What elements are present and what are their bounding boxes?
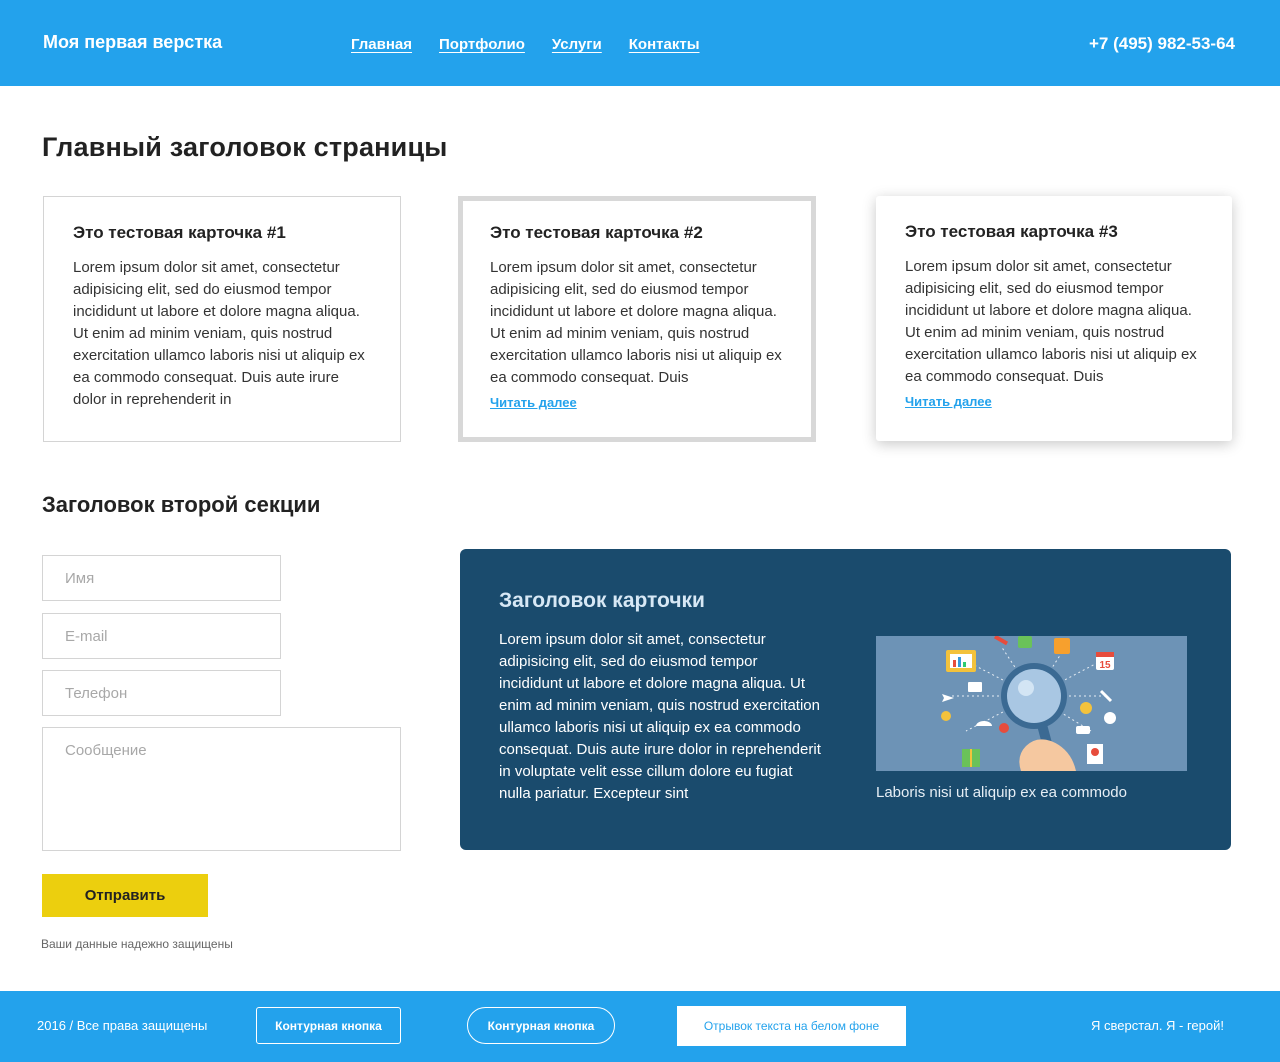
magnifier-illustration: 15 [876,636,1187,771]
section-title: Заголовок второй секции [42,492,321,517]
site-logo[interactable]: Моя первая верстка [43,32,222,53]
card-text: Lorem ipsum dolor sit amet, consectetur … [73,259,365,408]
test-card-1: Это тестовая карточка #1 Lorem ipsum dol… [43,196,401,442]
card-title: Это тестовая карточка #2 [490,223,703,242]
email-input[interactable] [42,613,281,659]
nav-link-portfolio[interactable]: Портфолио [439,36,525,53]
white-text-box: Отрывок текста на белом фоне [677,1006,906,1046]
card-text: Lorem ipsum dolor sit amet, consectetur … [905,258,1197,385]
nav-link-services[interactable]: Услуги [552,36,602,53]
card-text: Lorem ipsum dolor sit amet, consectetur … [490,259,782,386]
message-textarea[interactable] [42,727,401,851]
nav-link-home[interactable]: Главная [351,36,412,53]
test-card-2: Это тестовая карточка #2 Lorem ipsum dol… [458,196,816,442]
test-card-3: Это тестовая карточка #3 Lorem ipsum dol… [876,196,1232,441]
site-footer: 2016 / Все права защищены Контурная кноп… [0,991,1280,1062]
main-nav: Главная Портфолио Услуги Контакты [351,36,700,53]
magnifier-illustration-icon: 15 [941,636,1116,771]
nav-link-contacts[interactable]: Контакты [629,36,700,53]
feature-card-title: Заголовок карточки [499,589,705,612]
calendar-number: 15 [1099,660,1111,671]
submit-button[interactable]: Отправить [42,874,208,917]
privacy-note: Ваши данные надежно защищены [41,937,233,951]
feature-card: Заголовок карточки Lorem ipsum dolor sit… [460,549,1231,850]
page-title: Главный заголовок страницы [42,132,448,162]
card-title: Это тестовая карточка #1 [73,223,286,242]
phone-input[interactable] [42,670,281,716]
name-input[interactable] [42,555,281,601]
copyright-text: 2016 / Все права защищены [37,1018,208,1033]
outline-button-rounded[interactable]: Контурная кнопка [467,1007,615,1044]
white-box-text: Отрывок текста на белом фоне [703,1019,880,1033]
feature-card-text: Lorem ipsum dolor sit amet, consectetur … [499,631,821,802]
read-more-link[interactable]: Читать далее [905,394,992,409]
outline-button-square[interactable]: Контурная кнопка [256,1007,401,1044]
card-title: Это тестовая карточка #3 [905,222,1118,241]
site-header: Моя первая верстка Главная Портфолио Усл… [0,0,1280,86]
read-more-link[interactable]: Читать далее [490,395,577,410]
header-phone[interactable]: +7 (495) 982-53-64 [1089,34,1235,54]
footer-tagline: Я сверстал. Я - герой! [1090,1018,1224,1033]
image-caption: Laboris nisi ut aliquip ex ea commodo [876,784,1127,801]
